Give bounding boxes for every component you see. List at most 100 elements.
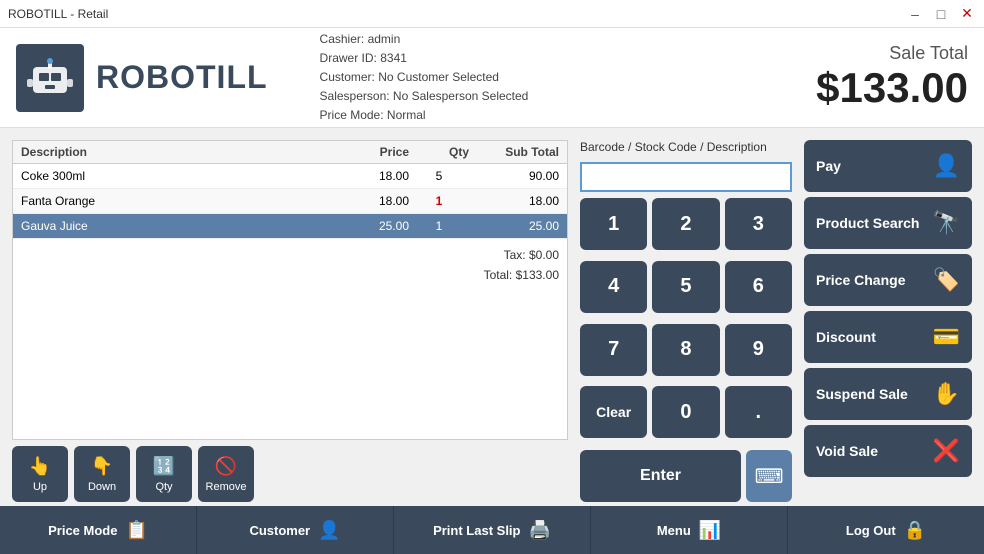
table-header: Description Price Qty Sub Total <box>13 141 567 164</box>
pay-icon: 👤 <box>933 153 960 179</box>
remove-label: Remove <box>206 481 247 493</box>
price-mode-icon: 📋 <box>125 520 147 541</box>
pay-button[interactable]: Pay 👤 <box>804 140 972 192</box>
sale-total-label: Sale Total <box>816 43 968 64</box>
drawer-value: 8341 <box>380 51 407 65</box>
total-value: $133.00 <box>516 268 559 282</box>
menu-btn-label: Menu <box>657 523 691 538</box>
customer-button[interactable]: Customer 👤 <box>197 506 394 554</box>
numpad: 1 2 3 4 5 6 7 8 9 Clear 0 . <box>580 198 792 444</box>
discount-icon: 💳 <box>933 324 960 350</box>
num-6-button[interactable]: 6 <box>725 261 792 313</box>
suspend-sale-button[interactable]: Suspend Sale ✋ <box>804 368 972 420</box>
log-out-icon: 🔒 <box>904 520 926 541</box>
qty-button[interactable]: 🔢 Qty <box>136 446 192 502</box>
suspend-sale-icon: ✋ <box>933 381 960 407</box>
up-label: Up <box>33 481 47 493</box>
num-0-button[interactable]: 0 <box>652 386 719 438</box>
suspend-sale-label: Suspend Sale <box>816 386 908 402</box>
num-9-button[interactable]: 9 <box>725 324 792 376</box>
cell-price-2: 25.00 <box>329 219 409 233</box>
num-5-button[interactable]: 5 <box>652 261 719 313</box>
enter-row: Enter ⌨ <box>580 450 792 502</box>
void-sale-button[interactable]: Void Sale ❌ <box>804 425 972 477</box>
num-8-button[interactable]: 8 <box>652 324 719 376</box>
total-label: Total: <box>484 268 513 282</box>
action-buttons: 👆 Up 👇 Down 🔢 Qty 🚫 Remove <box>12 440 568 502</box>
logo-box <box>16 44 84 112</box>
cell-qty-2: 1 <box>409 219 469 233</box>
barcode-input[interactable] <box>580 162 792 192</box>
down-button[interactable]: 👇 Down <box>74 446 130 502</box>
num-2-button[interactable]: 2 <box>652 198 719 250</box>
table-row[interactable]: Coke 300ml 18.00 5 90.00 <box>13 164 567 189</box>
num-1-button[interactable]: 1 <box>580 198 647 250</box>
close-button[interactable]: ✕ <box>958 5 976 23</box>
cell-desc-0: Coke 300ml <box>21 169 329 183</box>
header: ROBOTILL Cashier: admin Drawer ID: 8341 … <box>0 28 984 128</box>
table-row[interactable]: Gauva Juice 25.00 1 25.00 <box>13 214 567 239</box>
up-icon: 👆 <box>29 456 51 477</box>
dot-button[interactable]: . <box>725 386 792 438</box>
logo-text: ROBOTILL <box>96 59 268 96</box>
down-label: Down <box>88 481 116 493</box>
cell-qty-0: 5 <box>409 169 469 183</box>
table-row[interactable]: Fanta Orange 18.00 1 18.00 <box>13 189 567 214</box>
col-subtotal: Sub Total <box>469 145 559 159</box>
num-3-button[interactable]: 3 <box>725 198 792 250</box>
discount-label: Discount <box>816 329 876 345</box>
customer-btn-label: Customer <box>249 523 310 538</box>
down-icon: 👇 <box>91 456 113 477</box>
maximize-button[interactable]: □ <box>932 5 950 23</box>
keyboard-button[interactable]: ⌨ <box>746 450 792 502</box>
clear-button[interactable]: Clear <box>580 386 647 438</box>
void-sale-icon: ❌ <box>933 438 960 464</box>
sale-total-area: Sale Total $133.00 <box>816 43 968 112</box>
customer-icon: 👤 <box>318 520 340 541</box>
menu-icon: 📊 <box>699 520 721 541</box>
col-qty: Qty <box>409 145 469 159</box>
cell-desc-1: Fanta Orange <box>21 194 329 208</box>
drawer-label: Drawer ID: <box>320 51 377 65</box>
price-mode-label: Price Mode: <box>320 108 384 122</box>
price-mode-button[interactable]: Price Mode 📋 <box>0 506 197 554</box>
bottom-toolbar: Price Mode 📋 Customer 👤 Print Last Slip … <box>0 506 984 554</box>
remove-button[interactable]: 🚫 Remove <box>198 446 254 502</box>
menu-button[interactable]: Menu 📊 <box>591 506 788 554</box>
enter-button[interactable]: Enter <box>580 450 741 502</box>
price-change-button[interactable]: Price Change 🏷️ <box>804 254 972 306</box>
product-search-icon: 🔭 <box>933 210 960 236</box>
price-mode-btn-label: Price Mode <box>48 523 117 538</box>
titlebar: ROBOTILL - Retail – □ ✕ <box>0 0 984 28</box>
cell-subtotal-2: 25.00 <box>469 219 559 233</box>
sale-total-amount: $133.00 <box>816 64 968 112</box>
salesperson-value: No Salesperson Selected <box>393 89 528 103</box>
num-7-button[interactable]: 7 <box>580 324 647 376</box>
cell-price-0: 18.00 <box>329 169 409 183</box>
minimize-button[interactable]: – <box>906 5 924 23</box>
customer-label: Customer: <box>320 70 375 84</box>
num-4-button[interactable]: 4 <box>580 261 647 313</box>
price-mode-value: Normal <box>387 108 426 122</box>
cell-qty-1: 1 <box>409 194 469 208</box>
log-out-button[interactable]: Log Out 🔒 <box>788 506 984 554</box>
logo-area: ROBOTILL Cashier: admin Drawer ID: 8341 … <box>16 30 528 126</box>
barcode-label: Barcode / Stock Code / Description <box>580 140 792 154</box>
cashier-label: Cashier: <box>320 32 365 46</box>
discount-button[interactable]: Discount 💳 <box>804 311 972 363</box>
cell-price-1: 18.00 <box>329 194 409 208</box>
salesperson-label: Salesperson: <box>320 89 390 103</box>
pay-label: Pay <box>816 158 841 174</box>
print-last-slip-button[interactable]: Print Last Slip 🖨️ <box>394 506 591 554</box>
qty-label: Qty <box>155 481 172 493</box>
up-button[interactable]: 👆 Up <box>12 446 68 502</box>
tax-value: $0.00 <box>529 248 559 262</box>
transaction-table: Description Price Qty Sub Total Coke 300… <box>12 140 568 440</box>
product-search-button[interactable]: Product Search 🔭 <box>804 197 972 249</box>
void-sale-label: Void Sale <box>816 443 878 459</box>
cell-desc-2: Gauva Juice <box>21 219 329 233</box>
right-panel: Pay 👤 Product Search 🔭 Price Change 🏷️ D… <box>800 128 984 506</box>
tax-label: Tax: <box>504 248 526 262</box>
price-change-icon: 🏷️ <box>933 267 960 293</box>
titlebar-title: ROBOTILL - Retail <box>8 7 108 21</box>
